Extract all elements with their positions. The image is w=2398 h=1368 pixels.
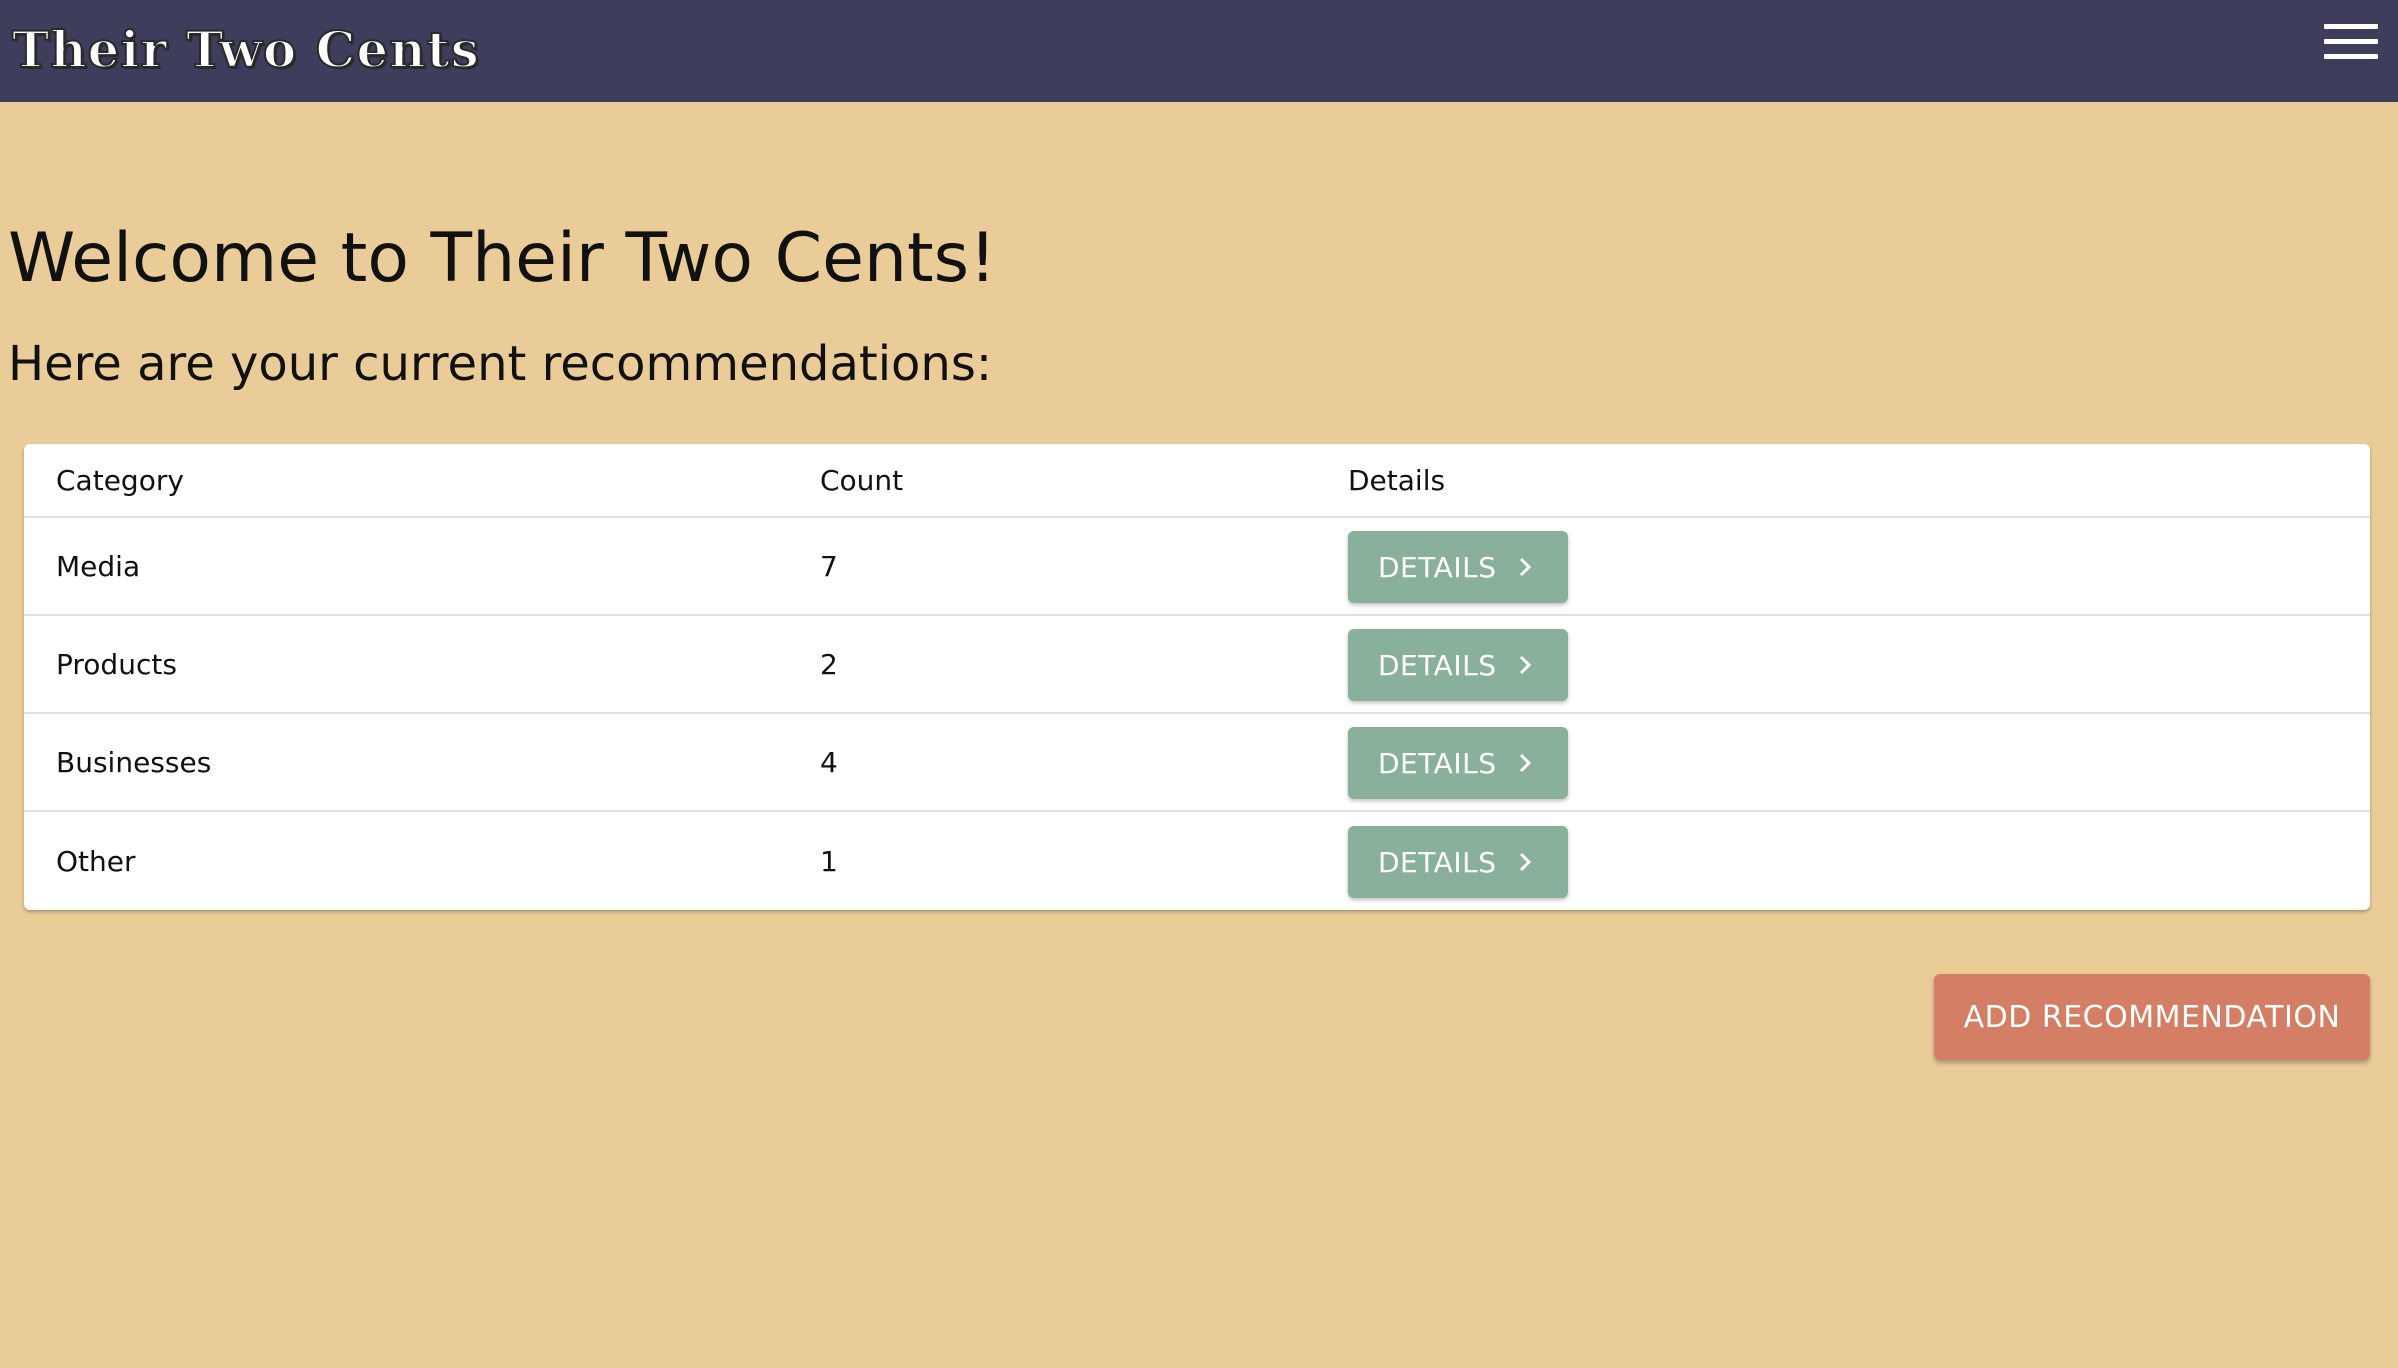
menu-line xyxy=(2324,39,2378,44)
table-row: Products 2 DETAILS xyxy=(24,616,2370,714)
category-cell: Products xyxy=(56,647,177,681)
category-cell: Other xyxy=(56,844,136,878)
details-button-label: DETAILS xyxy=(1378,845,1497,879)
category-cell: Businesses xyxy=(56,745,212,779)
details-button-label: DETAILS xyxy=(1378,746,1497,780)
column-header-count: Count xyxy=(820,463,904,497)
app-logo-title[interactable]: Their Two Cents xyxy=(11,19,480,80)
table-row: Other 1 DETAILS xyxy=(24,812,2370,910)
details-button-other[interactable]: DETAILS xyxy=(1348,826,1568,898)
details-cell: DETAILS xyxy=(1348,518,1568,614)
table-header-row: Category Count Details xyxy=(24,444,2370,518)
details-button-label: DETAILS xyxy=(1378,550,1497,584)
menu-line xyxy=(2324,54,2378,59)
add-recommendation-button[interactable]: ADD RECOMMENDATION xyxy=(1934,974,2370,1060)
page-title: Welcome to Their Two Cents! xyxy=(8,219,997,298)
count-cell: 7 xyxy=(820,549,838,583)
column-header-category: Category xyxy=(56,463,184,497)
details-cell: DETAILS xyxy=(1348,714,1568,810)
details-button-businesses[interactable]: DETAILS xyxy=(1348,727,1568,799)
details-button-products[interactable]: DETAILS xyxy=(1348,629,1568,701)
chevron-right-icon xyxy=(1518,654,1532,676)
column-header-details: Details xyxy=(1348,463,1446,497)
top-app-bar: Their Two Cents xyxy=(0,0,2398,102)
details-button-label: DETAILS xyxy=(1378,648,1497,682)
details-button-media[interactable]: DETAILS xyxy=(1348,531,1568,603)
count-cell: 4 xyxy=(820,745,838,779)
details-cell: DETAILS xyxy=(1348,616,1568,712)
chevron-right-icon xyxy=(1518,752,1532,774)
recommendations-table: Category Count Details Media 7 DETAILS P… xyxy=(24,444,2370,910)
count-cell: 1 xyxy=(820,844,838,878)
count-cell: 2 xyxy=(820,647,838,681)
table-row: Media 7 DETAILS xyxy=(24,518,2370,616)
table-row: Businesses 4 DETAILS xyxy=(24,714,2370,812)
chevron-right-icon xyxy=(1518,556,1532,578)
details-cell: DETAILS xyxy=(1348,812,1568,910)
page-subtitle: Here are your current recommendations: xyxy=(8,336,993,392)
category-cell: Media xyxy=(56,549,141,583)
hamburger-menu-icon[interactable] xyxy=(2324,22,2380,64)
chevron-right-icon xyxy=(1518,851,1532,873)
menu-line xyxy=(2324,24,2378,29)
